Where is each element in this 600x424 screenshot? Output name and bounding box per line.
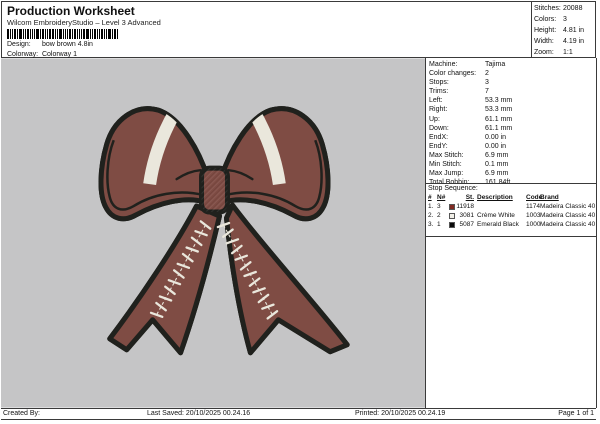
design-preview-area — [1, 58, 425, 408]
app-subtitle: Wilcom EmbroideryStudio – Level 3 Advanc… — [7, 18, 161, 27]
stop-sequence-title: Stop Sequence: — [428, 185, 478, 192]
stat-colors: Colors: 3 — [534, 16, 567, 23]
design-value: bow brown 4.8in — [41, 41, 93, 48]
stop-sequence-row: 2. 2 3081 Crème White 1003 Madeira Class… — [428, 212, 596, 219]
colorway-value: Colorway 1 — [41, 51, 77, 58]
printed-label: Printed: 20/10/2025 00.24.19 — [355, 410, 446, 417]
stat-stitches: Stitches: 20088 — [534, 5, 583, 12]
machine-info-rows: Machine: Tajima Color changes: 2 Stops: 3 T… — [429, 61, 513, 187]
colorway-row: Colorway: Colorway 1 — [7, 51, 77, 58]
design-row: Design: bow brown 4.8in — [7, 41, 93, 48]
stop-sequence-row: 3. 1 5087 Emerald Black 1000 Madeira Cla… — [428, 221, 596, 228]
worksheet-header: Production Worksheet Wilcom EmbroiderySt… — [1, 1, 596, 58]
stat-zoom: Zoom: 1:1 — [534, 49, 573, 56]
last-saved-label: Last Saved: 20/10/2025 00.24.16 — [147, 410, 251, 417]
stop-sequence-header: # N# St. Description Code Brand — [428, 194, 559, 201]
stop-sequence-section: Stop Sequence: # N# St. Description Code… — [426, 183, 596, 237]
stats-box: Stitches: 20088 Colors: 3 Height: 4.81 in W… — [534, 3, 584, 58]
stat-height: Height: 4.81 in — [534, 27, 585, 34]
machine-info-panel: Machine: Tajima Color changes: 2 Stops: 3 T… — [425, 58, 597, 408]
page-title: Production Worksheet — [7, 4, 135, 18]
colorway-label: Colorway: — [7, 51, 39, 58]
created-by-label: Created By: — [3, 410, 40, 417]
header-divider — [531, 2, 532, 57]
worksheet-footer: Created By: Last Saved: 20/10/2025 00.24… — [1, 408, 596, 420]
barcode — [7, 29, 118, 39]
stat-width: Width: 4.19 in — [534, 38, 585, 45]
design-label: Design: — [7, 41, 31, 48]
football-bow-design — [1, 58, 425, 408]
stop-sequence-row: 1. 3 11918 1174 Madeira Classic 40 — [428, 203, 596, 210]
page-number: Page 1 of 1 — [558, 410, 594, 417]
